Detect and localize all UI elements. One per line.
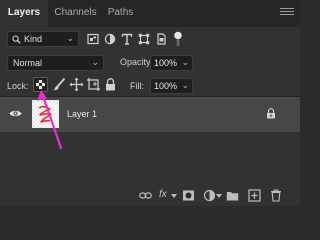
type-filter-icon[interactable] [121,33,133,45]
opacity-value: 100% [154,58,178,68]
fill-label: Fill: [130,81,144,91]
fill-value: 100% [154,81,178,91]
smart-object-filter-icon[interactable] [155,33,167,45]
add-mask-icon[interactable] [182,189,195,202]
fill-field[interactable]: 100% ⌄ [150,78,193,94]
lock-position-icon[interactable] [69,77,84,92]
bottom-toolbar: fx [0,186,300,206]
chevron-down-icon: ⌄ [66,33,74,43]
chevron-down-icon: ⌄ [181,57,189,67]
filter-kind-label: Kind [24,34,43,44]
lock-image-pixels-icon[interactable] [52,77,67,92]
blend-mode-value: Normal [13,58,43,68]
eye-icon[interactable] [9,109,22,118]
chevron-down-icon [171,194,177,198]
lock-all-icon[interactable] [103,77,118,92]
opacity-label: Opacity: [120,57,154,67]
chevron-down-icon: ⌄ [181,80,189,90]
panel-tab-bar: Layers Channels Paths [0,0,300,27]
search-icon [12,35,21,44]
filter-toggle-icon[interactable] [173,31,183,47]
lock-label: Lock: [7,81,29,91]
adjustment-filter-icon[interactable] [104,33,116,45]
add-layer-style-icon[interactable]: fx [159,189,167,200]
lock-artboard-icon[interactable] [86,77,101,92]
blend-mode-select[interactable]: Normal ⌄ [7,55,104,71]
layer-name: Layer 1 [67,109,98,119]
tab-paths[interactable]: Paths [103,0,138,27]
opacity-field[interactable]: 100% ⌄ [150,55,193,71]
chevron-down-icon [216,194,222,198]
shape-filter-icon[interactable] [138,33,150,45]
filter-kind-select[interactable]: Kind ⌄ [7,31,79,47]
layer-thumbnail [32,100,59,128]
tab-channels[interactable]: Channels [48,0,103,27]
tab-layers[interactable]: Layers [0,0,48,27]
link-layers-icon[interactable] [139,189,152,202]
layer-row[interactable]: Layer 1 [0,97,300,132]
lock-icon [267,108,275,119]
delete-layer-icon[interactable] [270,189,282,202]
pixel-filter-icon[interactable] [87,33,99,45]
new-layer-icon[interactable] [248,189,261,202]
panel-menu-icon[interactable] [280,8,294,18]
chevron-down-icon: ⌄ [91,57,99,67]
lock-transparent-pixels-icon[interactable] [33,77,48,92]
new-group-icon[interactable] [226,189,239,202]
new-adjustment-layer-icon[interactable] [203,189,216,202]
